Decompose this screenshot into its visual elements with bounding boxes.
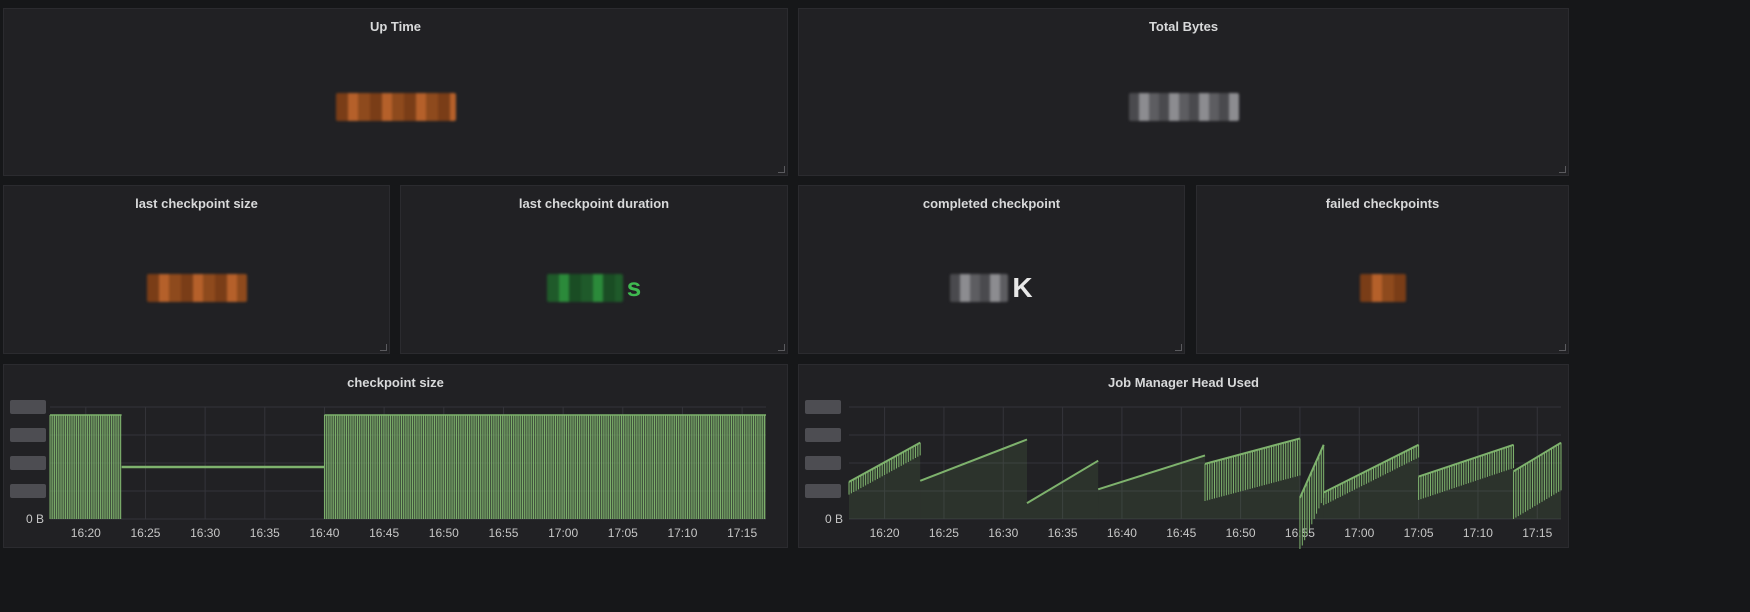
- resize-handle[interactable]: [778, 344, 785, 351]
- last-checkpoint-duration-value: s: [401, 270, 787, 303]
- y-tick-label: 0 B: [26, 512, 44, 526]
- redacted-y-tick: [805, 400, 841, 414]
- series-area: [920, 439, 1027, 519]
- x-tick-label: 16:30: [190, 526, 220, 540]
- x-tick-label: 17:00: [548, 526, 578, 540]
- redacted-y-tick: [10, 484, 46, 498]
- redacted-y-tick: [10, 456, 46, 470]
- panel-checkpoint-size-chart[interactable]: checkpoint size 16:20 16:25 16:30 16:35 16:4…: [3, 364, 788, 548]
- x-tick-label: 16:35: [250, 526, 280, 540]
- x-tick-label: 17:05: [1404, 526, 1434, 540]
- x-tick-label: 16:50: [429, 526, 459, 540]
- redacted-value: [146, 273, 247, 302]
- redacted-value: [1128, 92, 1239, 121]
- panel-jm-heap-chart[interactable]: Job Manager Head Used 16:20 16:25 16:30 16:…: [798, 364, 1570, 549]
- x-tick-label: 16:35: [1048, 526, 1078, 540]
- x-tick-label: 17:05: [608, 526, 638, 540]
- panel-title[interactable]: last checkpoint duration: [401, 196, 787, 211]
- x-tick-label: 16:45: [1166, 526, 1196, 540]
- x-tick-label: 17:15: [727, 526, 757, 540]
- redacted-y-tick: [10, 428, 46, 442]
- x-tick-label: 17:10: [667, 526, 697, 540]
- duration-unit: s: [626, 272, 642, 303]
- completed-checkpoint-value: K: [799, 270, 1184, 304]
- redacted-y-tick: [805, 428, 841, 442]
- total-bytes-value: [799, 89, 1568, 121]
- checkpoint-size-chart[interactable]: 16:20 16:25 16:30 16:35 16:40 16:45 16:50 16:55…: [4, 365, 789, 549]
- panel-last-checkpoint-duration[interactable]: last checkpoint duration s: [400, 185, 788, 354]
- panel-uptime[interactable]: Up Time: [3, 8, 788, 176]
- panel-title[interactable]: last checkpoint size: [4, 196, 389, 211]
- redacted-value: [335, 92, 456, 121]
- resize-handle[interactable]: [1175, 344, 1182, 351]
- x-tick-label: 16:20: [71, 526, 101, 540]
- panel-title[interactable]: Total Bytes: [799, 19, 1568, 34]
- x-tick-label: 16:40: [309, 526, 339, 540]
- redacted-y-tick: [10, 400, 46, 414]
- redacted-value: [950, 273, 1009, 302]
- redacted-value: [546, 273, 623, 302]
- panel-failed-checkpoints[interactable]: failed checkpoints: [1196, 185, 1569, 354]
- x-tick-label: 17:10: [1463, 526, 1493, 540]
- panel-title[interactable]: completed checkpoint: [799, 196, 1184, 211]
- uptime-value: [4, 89, 787, 121]
- y-tick-label: 0 B: [825, 512, 843, 526]
- x-tick-label: 16:20: [870, 526, 900, 540]
- jm-heap-chart[interactable]: 16:20 16:25 16:30 16:35 16:40 16:45 16:50 16:55…: [799, 365, 1570, 549]
- x-tick-label: 16:30: [988, 526, 1018, 540]
- x-tick-label: 16:25: [130, 526, 160, 540]
- x-tick-label: 16:45: [369, 526, 399, 540]
- x-tick-label: 16:40: [1107, 526, 1137, 540]
- panel-total-bytes[interactable]: Total Bytes: [798, 8, 1569, 176]
- panel-completed-checkpoint[interactable]: completed checkpoint K: [798, 185, 1185, 354]
- x-tick-label: 16:25: [929, 526, 959, 540]
- resize-handle[interactable]: [380, 344, 387, 351]
- panel-title[interactable]: failed checkpoints: [1197, 196, 1568, 211]
- resize-handle[interactable]: [1559, 166, 1566, 173]
- redacted-y-tick: [805, 456, 841, 470]
- resize-handle[interactable]: [778, 166, 785, 173]
- x-tick-label: 17:00: [1344, 526, 1374, 540]
- redacted-value: [1359, 273, 1406, 302]
- panel-last-checkpoint-size[interactable]: last checkpoint size: [3, 185, 390, 354]
- completed-unit: K: [1012, 271, 1033, 303]
- x-tick-label: 16:50: [1226, 526, 1256, 540]
- failed-checkpoints-value: [1197, 270, 1568, 302]
- x-tick-label: 17:15: [1522, 526, 1552, 540]
- series-area: [1098, 455, 1205, 519]
- redacted-y-tick: [805, 484, 841, 498]
- panel-title[interactable]: Up Time: [4, 19, 787, 34]
- last-checkpoint-size-value: [4, 270, 389, 302]
- resize-handle[interactable]: [1559, 344, 1566, 351]
- x-tick-label: 16:55: [488, 526, 518, 540]
